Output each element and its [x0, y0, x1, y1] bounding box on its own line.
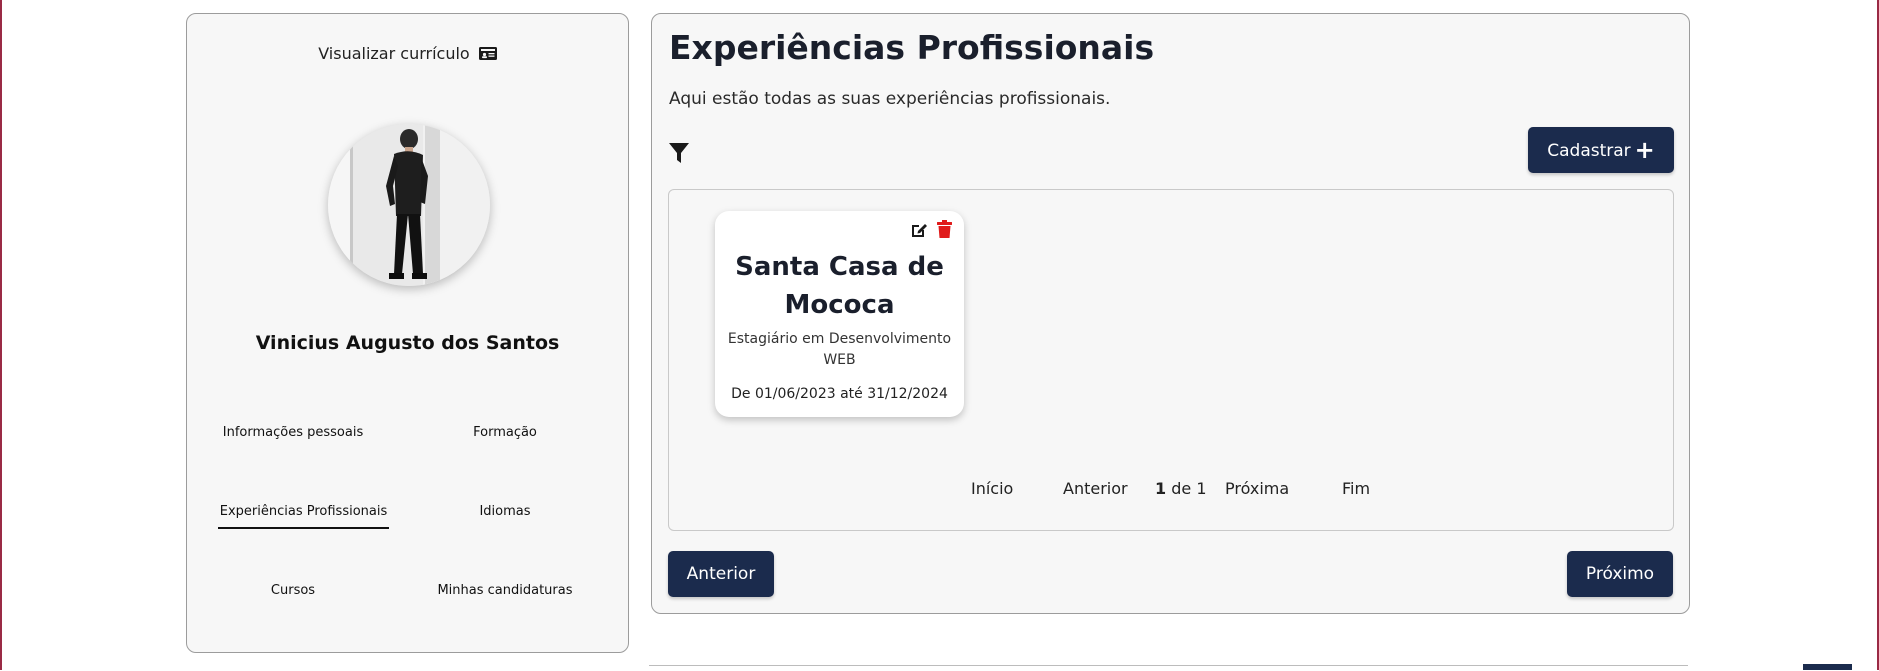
- next-step-button[interactable]: Próximo: [1567, 551, 1673, 597]
- pagination-current-page: 1: [1155, 479, 1167, 498]
- experience-list: Santa Casa de Mococa Estagiário em Desen…: [668, 189, 1674, 531]
- profile-name: Vinicius Augusto dos Santos: [255, 332, 560, 354]
- register-button[interactable]: Cadastrar +: [1528, 127, 1674, 173]
- page-title: Experiências Profissionais: [669, 28, 1155, 67]
- experience-role: Estagiário em Desenvolvimento WEB: [727, 331, 952, 368]
- nav-my-applications[interactable]: Minhas candidaturas: [399, 583, 611, 598]
- plus-icon: +: [1634, 136, 1655, 164]
- experience-company: Santa Casa de Mococa: [735, 252, 944, 320]
- nav-languages[interactable]: Idiomas: [399, 504, 611, 519]
- avatar: [328, 124, 490, 286]
- pagination-last[interactable]: Fim: [1342, 479, 1370, 498]
- view-resume-link[interactable]: Visualizar currículo: [187, 44, 628, 63]
- pagination-prev[interactable]: Anterior: [1063, 479, 1128, 498]
- nav-personal-info[interactable]: Informações pessoais: [187, 425, 399, 440]
- experiences-panel: Experiências Profissionais Aqui estão to…: [651, 13, 1690, 614]
- pagination-first[interactable]: Início: [971, 479, 1013, 498]
- filter-icon[interactable]: [668, 141, 690, 165]
- experience-card: Santa Casa de Mococa Estagiário em Desen…: [715, 211, 964, 417]
- floating-button-edge[interactable]: [1803, 664, 1852, 670]
- next-section-edge: [649, 665, 1688, 671]
- id-card-icon: [478, 47, 497, 60]
- edit-icon[interactable]: [910, 221, 928, 239]
- nav-courses[interactable]: Cursos: [187, 583, 399, 598]
- profile-photo: [328, 124, 490, 286]
- pagination-next[interactable]: Próxima: [1225, 479, 1289, 498]
- window-edge-left: [0, 0, 2, 670]
- nav-professional-experience[interactable]: Experiências Profissionais: [218, 504, 389, 529]
- trash-icon[interactable]: [937, 220, 952, 238]
- pagination-total: de 1: [1171, 479, 1207, 498]
- page-subtitle: Aqui estão todas as suas experiências pr…: [669, 89, 1111, 109]
- nav-education[interactable]: Formação: [399, 425, 611, 440]
- previous-step-button[interactable]: Anterior: [668, 551, 774, 597]
- pagination-status: 1 de 1: [1155, 479, 1207, 498]
- register-button-label: Cadastrar: [1547, 141, 1631, 161]
- experience-period: De 01/06/2023 até 31/12/2024: [731, 386, 948, 402]
- profile-sidebar: Visualizar currículo Vinicius Augusto do…: [186, 13, 629, 653]
- view-resume-label: Visualizar currículo: [318, 44, 470, 63]
